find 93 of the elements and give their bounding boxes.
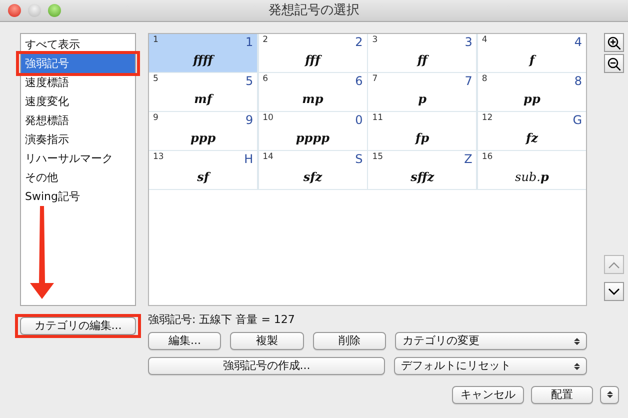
edit-categories-button[interactable]: カテゴリの編集... <box>20 317 136 335</box>
cell-number: 8 <box>482 73 488 86</box>
expression-cell[interactable]: 15 Z sffz <box>368 151 476 188</box>
cell-number: 11 <box>372 112 384 125</box>
stepper-button[interactable] <box>600 386 619 404</box>
scroll-up-button[interactable] <box>604 255 624 274</box>
expression-cell[interactable]: 13 H sf <box>149 151 258 188</box>
action-button[interactable]: 編集... <box>148 332 222 350</box>
info-text: 強弱記号: 五線下 音量 = 127 <box>148 312 296 326</box>
category-item[interactable]: Swing記号 <box>21 187 135 206</box>
expression-cell[interactable]: 16 sub.p <box>478 151 586 188</box>
cell-number: 5 <box>153 73 158 86</box>
shortcut-key: 7 <box>464 73 472 89</box>
expression-cell[interactable]: 14 S sfz <box>258 151 367 188</box>
create-button[interactable]: 強弱記号の作成... <box>148 357 385 375</box>
shortcut-key: 5 <box>245 73 254 89</box>
cell-number: 2 <box>262 34 268 47</box>
chevron-down-icon <box>608 288 620 296</box>
cell-number: 9 <box>153 112 158 125</box>
expression-cell[interactable]: 10 0 pppp <box>258 112 367 150</box>
shortcut-key: 3 <box>464 34 472 50</box>
dynamic-mark: fp <box>416 131 430 145</box>
dynamic-mark: mf <box>194 92 212 106</box>
dynamic-mark: f <box>529 53 535 67</box>
cell-number: 6 <box>262 73 268 86</box>
dynamic-mark: sub.p <box>515 170 549 184</box>
place-button[interactable]: 配置 <box>531 386 593 404</box>
cell-number: 15 <box>372 151 384 164</box>
cell-number: 10 <box>262 112 274 125</box>
expression-cell[interactable]: 2 2 fff <box>258 34 367 72</box>
category-item[interactable]: すべて表示 <box>21 35 135 54</box>
dynamic-mark: pppp <box>296 131 330 145</box>
category-item[interactable]: 速度標語 <box>21 73 135 92</box>
updown-icon <box>574 336 580 346</box>
close-button[interactable] <box>8 4 21 17</box>
dynamic-mark: ffff <box>193 53 213 67</box>
cell-number: 14 <box>262 151 274 164</box>
shortcut-key: Z <box>464 151 472 167</box>
expression-cell[interactable]: 1 1 ffff <box>149 34 258 72</box>
category-item[interactable]: 強弱記号 <box>21 54 135 73</box>
expression-cell[interactable]: 8 8 pp <box>478 73 586 110</box>
category-item[interactable]: 発想標語 <box>21 111 135 130</box>
updown-icon <box>574 362 580 370</box>
cell-number: 7 <box>372 73 378 86</box>
expression-cell[interactable]: 9 9 ppp <box>149 112 258 150</box>
shortcut-key: 8 <box>574 73 582 89</box>
shortcut-key: 2 <box>355 34 363 50</box>
cell-number: 4 <box>482 34 488 47</box>
reset-select[interactable]: デフォルトにリセット <box>394 357 587 375</box>
dynamic-mark: ff <box>417 53 428 67</box>
shortcut-key: 1 <box>245 34 254 50</box>
action-button[interactable]: 複製 <box>230 332 304 350</box>
cell-number: 12 <box>482 112 493 125</box>
dynamic-mark: fff <box>305 53 320 67</box>
shortcut-key: G <box>572 112 582 128</box>
shortcut-key: 9 <box>245 112 254 128</box>
dynamic-mark: p <box>418 92 426 106</box>
cell-number: 3 <box>372 34 378 47</box>
expression-cell[interactable]: 7 7 p <box>368 73 476 110</box>
shortcut-key: 0 <box>355 112 363 128</box>
category-item[interactable]: 演奏指示 <box>21 130 135 149</box>
expression-cell[interactable]: 12 G fz <box>478 112 586 150</box>
dynamic-mark: sf <box>197 170 210 184</box>
cancel-button[interactable]: キャンセル <box>452 386 524 404</box>
zoom-out-icon[interactable] <box>604 54 624 73</box>
expression-cell[interactable]: 3 3 ff <box>368 34 476 72</box>
category-item[interactable]: リハーサルマーク <box>21 149 135 168</box>
shortcut-key: 4 <box>574 34 582 50</box>
expression-cell[interactable]: 6 6 mp <box>258 73 367 110</box>
action-button[interactable]: 削除 <box>312 332 386 350</box>
cell-number: 13 <box>153 151 164 164</box>
dynamic-mark: ppp <box>190 131 216 145</box>
category-item[interactable]: その他 <box>21 168 135 187</box>
shortcut-key: 6 <box>355 73 363 89</box>
dynamic-mark: mp <box>302 92 324 106</box>
cell-number: 16 <box>482 151 493 164</box>
dynamic-mark: sffz <box>410 170 434 184</box>
updown-icon <box>606 390 612 400</box>
category-select[interactable]: カテゴリの変更 <box>395 332 587 350</box>
dynamic-mark: fz <box>526 131 538 145</box>
zoom-in-icon[interactable] <box>604 33 624 52</box>
dynamic-mark: sfz <box>303 170 322 184</box>
shortcut-key: H <box>244 151 254 167</box>
category-item[interactable]: 速度変化 <box>21 92 135 111</box>
dynamic-mark: pp <box>524 92 540 106</box>
shortcut-key: S <box>355 151 363 167</box>
window-title: 発想記号の選択 <box>268 2 360 20</box>
chevron-up-icon <box>608 260 620 268</box>
expression-cell[interactable]: 4 4 f <box>478 34 586 72</box>
cell-number: 1 <box>153 34 158 47</box>
expression-cell[interactable]: 5 5 mf <box>149 73 258 110</box>
expression-cell[interactable]: 11 fp <box>368 112 476 150</box>
scroll-down-button[interactable] <box>604 282 624 301</box>
